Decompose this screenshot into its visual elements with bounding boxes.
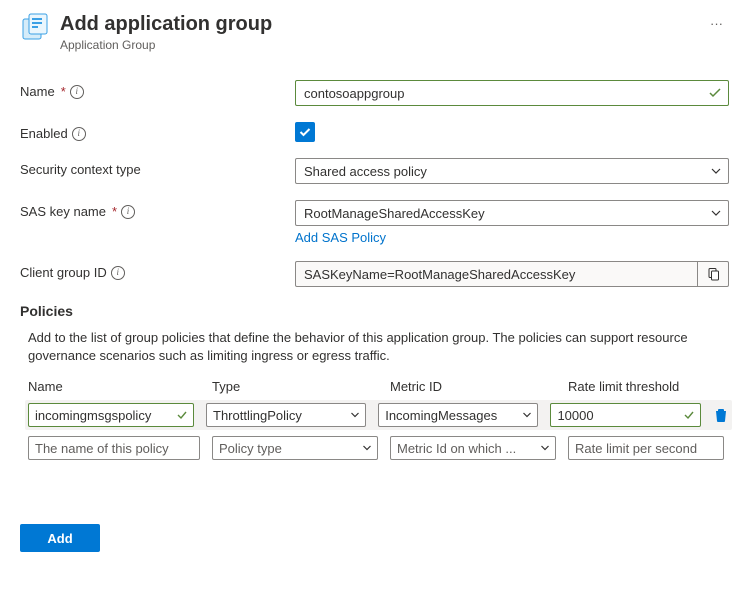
info-icon[interactable]: i	[121, 205, 135, 219]
page-subtitle: Application Group	[60, 38, 704, 52]
chevron-down-icon	[522, 410, 532, 420]
policies-table: Name Type Metric ID Rate limit threshold	[28, 379, 729, 460]
name-label: Name* i	[20, 80, 295, 99]
check-icon	[708, 86, 722, 100]
table-row	[28, 436, 729, 460]
chevron-down-icon	[710, 165, 722, 177]
delete-icon[interactable]	[713, 407, 729, 423]
client-group-id-field: SASKeyName=RootManageSharedAccessKey	[295, 261, 729, 287]
name-input[interactable]: contosoappgroup	[295, 80, 729, 106]
col-rate: Rate limit threshold	[568, 379, 724, 394]
policy-name-input[interactable]	[28, 436, 200, 460]
add-sas-policy-link[interactable]: Add SAS Policy	[295, 230, 386, 245]
info-icon[interactable]: i	[70, 85, 84, 99]
enabled-label: Enabled i	[20, 122, 295, 141]
copy-button[interactable]	[697, 262, 728, 286]
policies-description: Add to the list of group policies that d…	[28, 329, 729, 365]
info-icon[interactable]: i	[72, 127, 86, 141]
add-button[interactable]: Add	[20, 524, 100, 552]
table-row	[25, 400, 732, 430]
policy-rate-input[interactable]	[550, 403, 701, 427]
chevron-down-icon	[362, 443, 372, 453]
col-metric: Metric ID	[390, 379, 556, 394]
policies-header-row: Name Type Metric ID Rate limit threshold	[28, 379, 729, 394]
chevron-down-icon	[540, 443, 550, 453]
header-more-button[interactable]: ···	[704, 12, 729, 35]
policy-rate-input[interactable]	[568, 436, 724, 460]
info-icon[interactable]: i	[111, 266, 125, 280]
check-icon	[683, 409, 695, 421]
page-title: Add application group	[60, 12, 704, 36]
check-icon	[176, 409, 188, 421]
sas-key-name-select[interactable]: RootManageSharedAccessKey	[295, 200, 729, 226]
col-name: Name	[28, 379, 200, 394]
chevron-down-icon	[710, 207, 722, 219]
copy-icon	[706, 267, 720, 281]
check-icon	[298, 125, 312, 139]
blade-header: Add application group Application Group …	[20, 12, 729, 52]
policy-name-input[interactable]	[28, 403, 194, 427]
col-type: Type	[212, 379, 378, 394]
app-group-icon	[20, 12, 50, 42]
chevron-down-icon	[350, 410, 360, 420]
client-group-id-label: Client group ID i	[20, 261, 295, 280]
policy-type-select[interactable]	[206, 403, 366, 427]
policy-type-select[interactable]	[212, 436, 378, 460]
policies-heading: Policies	[20, 303, 729, 319]
security-context-type-select[interactable]: Shared access policy	[295, 158, 729, 184]
policy-metric-select[interactable]	[378, 403, 538, 427]
security-context-type-label: Security context type	[20, 158, 295, 177]
enabled-checkbox[interactable]	[295, 122, 315, 142]
policy-metric-select[interactable]	[390, 436, 556, 460]
sas-key-name-label: SAS key name* i	[20, 200, 295, 219]
